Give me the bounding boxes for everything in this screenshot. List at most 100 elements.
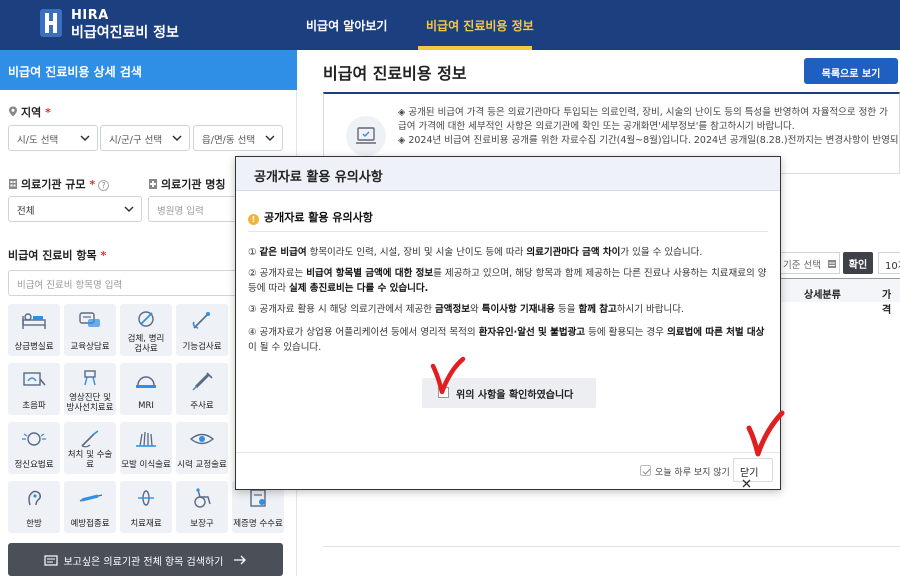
ear-icon [28, 490, 42, 506]
confirm-label: 위의 사항을 확인하였습니다 [456, 390, 574, 401]
building-icon [9, 179, 17, 189]
sido-select[interactable]: 시/도 선택 [8, 125, 98, 151]
calendar-icon [828, 260, 837, 268]
category-tile[interactable]: 기능검사료 [176, 304, 228, 356]
category-label: 영상진단 및 방사선치료료 [66, 393, 114, 413]
filter-confirm-button[interactable]: 확인 [843, 252, 873, 274]
nav-cost-info[interactable]: 비급여 진료비용 정보 [426, 17, 534, 34]
category-label: 한방 [26, 519, 42, 529]
list-view-button[interactable]: 목록으로 보기 [804, 58, 898, 84]
column-header: 상세분류 [804, 290, 841, 301]
hide-today-label[interactable]: 오늘 하루 보지 않기 [655, 465, 730, 478]
base-select[interactable]: 기준 선택 [776, 252, 840, 274]
category-tile[interactable]: 상급병실료 [8, 304, 60, 356]
nav-about[interactable]: 비급여 알아보기 [306, 17, 387, 34]
brand-subtitle[interactable]: 비급여진료비 정보 [71, 22, 179, 42]
category-label: 정신요법료 [14, 460, 54, 470]
sido-select-value: 시/도 선택 [17, 135, 59, 146]
modal-title: 공개자료 활용 유의사항 [236, 157, 780, 191]
material-icon [138, 490, 154, 506]
category-label: 시력 교정술료 [177, 460, 227, 470]
notice-line: ◈ 2024년 비급여 진료비용 공개를 위한 자료수집 기간(4월~8월)입니… [398, 135, 899, 146]
category-tile[interactable]: 예방접종료 [64, 481, 116, 533]
close-icon [742, 479, 751, 488]
required-mark: * [100, 249, 107, 262]
mri-icon [136, 376, 156, 388]
category-label: 기능검사료 [182, 342, 222, 352]
cost-item-label: 비급여 진료비 항목 * [8, 247, 106, 263]
modal-subtitle-text: 공개자료 활용 유의사항 [264, 211, 373, 224]
category-label: 보장구 [190, 519, 214, 529]
vaccine-icon [79, 494, 103, 502]
hide-today-checkbox[interactable] [640, 465, 651, 476]
check-icon [642, 468, 651, 475]
surgery-icon [81, 430, 99, 448]
category-tile[interactable]: 주사료 [176, 363, 228, 415]
divider [323, 546, 900, 547]
red-checkmark-icon [430, 356, 466, 395]
institution-size-select[interactable]: 전체 [8, 196, 142, 222]
wheelchair-icon [194, 488, 211, 508]
close-label: 닫기 [740, 468, 759, 479]
search-all-items-button[interactable]: 보고싶은 의료기관 전체 항목 검색하기 [8, 543, 283, 576]
modal-divider [248, 231, 768, 232]
notice-line: ◈ 공개된 비급여 가격 등은 의료기관마다 투입되는 의료인력, 장비, 시술… [398, 107, 888, 118]
table-header: 상세분류 가격 [780, 278, 900, 316]
radiation-icon [84, 370, 96, 386]
institution-size-label-text: 의료기관 규모 [21, 178, 86, 191]
sigungu-select-value: 시/군/구 선택 [109, 135, 163, 146]
search-all-items-label: 보고싶은 의료기관 전체 항목 검색하기 [63, 557, 224, 568]
hira-logo-icon[interactable] [38, 7, 64, 39]
certificate-icon [250, 489, 266, 507]
notice-text: ◈ 공개된 비급여 가격 등은 의료기관마다 투입되는 의료인력, 장비, 시술… [398, 106, 900, 148]
category-tile[interactable]: 초음파 [8, 363, 60, 415]
notice-item: ④ 공개자료가 상업용 어플리케이션 등에서 영리적 목적의 환자유인·알선 및… [248, 327, 765, 353]
ultrasound-icon [23, 372, 46, 386]
category-tile[interactable]: 정신요법료 [8, 422, 60, 474]
category-tile[interactable]: 처치 및 수술료 [64, 422, 116, 474]
modal-close-button[interactable]: 닫기 [733, 458, 773, 488]
chevron-down-icon [172, 135, 182, 142]
consultation-icon [79, 312, 100, 327]
sigungu-select[interactable]: 시/군/구 선택 [100, 125, 190, 151]
location-pin-icon [9, 106, 17, 117]
search-list-icon [44, 555, 59, 566]
eupmyeondong-select[interactable]: 읍/면/동 선택 [193, 125, 283, 151]
notice-item: ③ 공개자료 활용 시 해당 의료기관에서 제공한 금액정보와 특이사항 기재내… [248, 304, 684, 315]
category-label: 교육상담료 [70, 342, 110, 352]
category-tile[interactable]: 시력 교정술료 [176, 422, 228, 474]
category-label: MRI [138, 401, 154, 411]
category-label: 제증명 수수료 [233, 519, 283, 529]
chevron-down-icon [124, 206, 134, 213]
hospital-bed-icon [22, 313, 46, 329]
category-tile[interactable]: 영상진단 및 방사선치료료 [64, 363, 116, 415]
nav-active-indicator [418, 46, 532, 50]
brand-name[interactable]: HIRA [71, 8, 109, 23]
notice-item: ① 같은 비급여 항목이라도 인력, 시설, 장비 및 시술 난이도 등에 따라… [248, 247, 703, 258]
category-tile[interactable]: 검체, 병리 검사료 [120, 304, 172, 356]
category-tile[interactable]: 모발 이식술료 [120, 422, 172, 474]
category-tile[interactable]: 치료재료 [120, 481, 172, 533]
notice-line: 급여 가격에 대한 세부적인 사항은 의료기관에 확인 또는 공개화면'세부정보… [398, 121, 795, 132]
base-select-label: 기준 선택 [783, 260, 821, 271]
usage-notice-modal: 공개자료 활용 유의사항 ! 공개자료 활용 유의사항 ① 같은 비급여 항목이라… [235, 156, 781, 490]
region-label-text: 지역 [21, 106, 42, 119]
category-tile[interactable]: 교육상담료 [64, 304, 116, 356]
help-icon[interactable]: ? [98, 180, 110, 191]
category-label: 초음파 [22, 401, 46, 411]
region-label: 지역 * [8, 104, 51, 120]
notice-icon [346, 116, 386, 156]
brain-icon [22, 432, 46, 446]
institution-name-label: 의료기관 명칭 [148, 176, 226, 192]
hair-icon [136, 431, 156, 447]
page-title: 비급여 진료비용 정보 [323, 64, 467, 83]
category-tile[interactable]: 보장구 [176, 481, 228, 533]
page-size-select[interactable]: 10개 [878, 252, 900, 274]
category-tile[interactable]: MRI [120, 363, 172, 415]
institution-size-value: 전체 [17, 206, 35, 217]
warning-icon: ! [248, 214, 259, 225]
modal-footer: 오늘 하루 보지 않기 닫기 [236, 452, 780, 489]
category-label: 주사료 [190, 401, 214, 411]
category-tile[interactable]: 한방 [8, 481, 60, 533]
institution-name-label-text: 의료기관 명칭 [161, 178, 226, 191]
